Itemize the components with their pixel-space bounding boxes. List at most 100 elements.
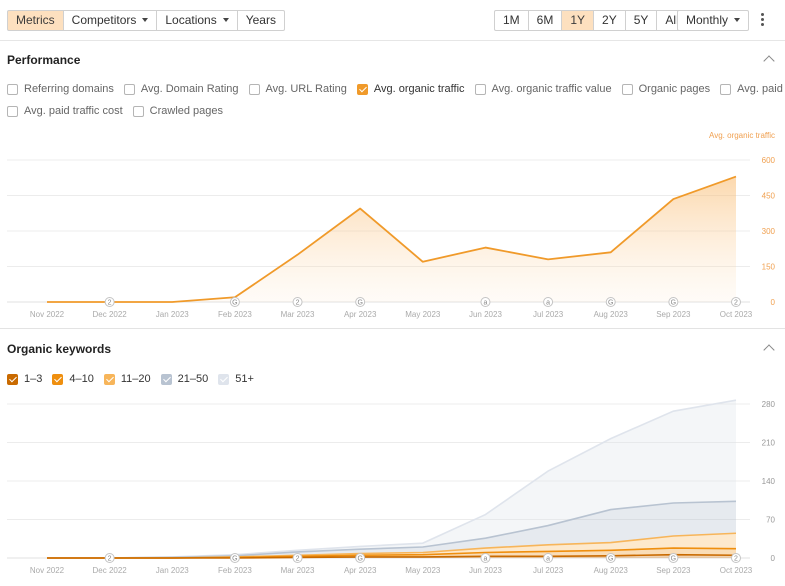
collapse-keywords-icon[interactable]: [763, 344, 775, 356]
filter-pos-1-3[interactable]: 1–3: [7, 373, 42, 385]
metric-organic-pages[interactable]: Organic pages: [621, 83, 711, 95]
interval-label: Monthly: [686, 13, 729, 27]
metrics-row-1: Referring domains Avg. Domain Rating Avg…: [7, 81, 785, 97]
metric-label: Avg. paid traffic cost: [24, 105, 123, 117]
annotation-marker-label: a: [484, 556, 488, 563]
metric-avg-organic-traffic-value[interactable]: Avg. organic traffic value: [474, 83, 612, 95]
annotation-marker-label: G: [357, 556, 362, 563]
x-tick-label: Jan 2023: [156, 310, 189, 319]
filter-pos-4-10[interactable]: 4–10: [52, 373, 94, 385]
x-tick-label: Sep 2023: [656, 566, 691, 575]
range-selector: 1M 6M 1Y 2Y 5Y All: [494, 10, 688, 31]
x-tick-label: Feb 2023: [218, 566, 252, 575]
y-tick-label: 210: [762, 439, 776, 448]
metric-label: Organic pages: [638, 83, 711, 95]
filter-label: 21–50: [177, 373, 209, 385]
keywords-title: Organic keywords: [7, 342, 112, 356]
x-tick-label: Oct 2023: [720, 310, 753, 319]
annotation-marker-label: G: [671, 300, 676, 307]
more-options-icon[interactable]: [757, 12, 767, 30]
filter-pos-11-20[interactable]: 11–20: [103, 373, 151, 385]
annotation-marker-label: 2: [734, 300, 738, 307]
x-tick-label: Oct 2023: [720, 566, 753, 575]
metric-label: Crawled pages: [149, 105, 224, 117]
annotation-marker-label: 2: [108, 300, 112, 307]
range-1m-button[interactable]: 1M: [494, 10, 529, 31]
range-1y-button[interactable]: 1Y: [561, 10, 595, 31]
checkbox-icon: [123, 83, 135, 95]
checkbox-icon: [474, 83, 486, 95]
x-tick-label: Jun 2023: [469, 310, 502, 319]
y-tick-label: 450: [762, 192, 776, 201]
y-tick-label: 600: [762, 156, 776, 165]
checkbox-icon: [132, 105, 144, 117]
y-tick-label: 280: [762, 400, 776, 409]
x-tick-label: May 2023: [405, 566, 441, 575]
x-tick-label: Mar 2023: [281, 310, 315, 319]
x-tick-label: Feb 2023: [218, 310, 252, 319]
annotation-marker-label: G: [232, 300, 237, 307]
annotation-marker-label: G: [357, 300, 362, 307]
y-tick-label: 150: [762, 263, 776, 272]
x-tick-label: Mar 2023: [281, 566, 315, 575]
filter-label: 51+: [235, 373, 254, 385]
metrics-row-2: Avg. paid traffic cost Crawled pages: [7, 103, 233, 119]
annotation-marker-label: a: [546, 556, 550, 563]
checkbox-icon: [720, 83, 732, 95]
x-tick-label: Jun 2023: [469, 566, 502, 575]
y-tick-label: 140: [762, 477, 776, 486]
annotation-marker-label: 2: [296, 300, 300, 307]
metric-label: Referring domains: [24, 83, 114, 95]
section-divider: [0, 328, 785, 329]
organic-traffic-chart: Avg. organic traffic 2 G 2 Ga a G G 2 Nov 2022 D…: [7, 131, 776, 319]
tab-competitors[interactable]: Competitors: [62, 10, 158, 31]
checkbox-checked-icon: [160, 373, 172, 385]
filter-pos-21-50[interactable]: 21–50: [160, 373, 209, 385]
range-6m-button[interactable]: 6M: [527, 10, 563, 31]
annotation-marker-label: G: [608, 300, 613, 307]
x-tick-label: Jul 2023: [533, 566, 564, 575]
metric-label: Avg. paid traffic: [737, 83, 785, 95]
annotation-marker-label: 2: [296, 556, 300, 563]
x-tick-label: Apr 2023: [344, 566, 377, 575]
tab-locations[interactable]: Locations: [156, 10, 238, 31]
metric-avg-domain-rating[interactable]: Avg. Domain Rating: [123, 83, 239, 95]
tab-competitors-label: Competitors: [71, 13, 137, 27]
annotation-marker-label: 2: [108, 556, 112, 563]
performance-title: Performance: [7, 53, 81, 67]
annotation-marker-label: G: [608, 556, 613, 563]
tab-years[interactable]: Years: [236, 10, 285, 31]
x-tick-label: Aug 2023: [594, 566, 629, 575]
metric-label: Avg. organic traffic: [373, 83, 465, 95]
metric-label: Avg. organic traffic value: [491, 83, 612, 95]
tab-metrics[interactable]: Metrics: [7, 10, 64, 31]
metric-crawled-pages[interactable]: Crawled pages: [132, 105, 224, 117]
checkbox-icon: [621, 83, 633, 95]
range-2y-button[interactable]: 2Y: [593, 10, 626, 31]
checkbox-checked-icon: [356, 83, 368, 95]
y-tick-label: 70: [766, 516, 775, 525]
x-tick-label: Aug 2023: [594, 310, 629, 319]
x-tick-label: Dec 2022: [93, 566, 128, 575]
y-tick-label: 0: [771, 554, 776, 563]
chevron-down-icon: [222, 17, 229, 22]
metric-avg-url-rating[interactable]: Avg. URL Rating: [248, 83, 347, 95]
x-tick-label: May 2023: [405, 310, 441, 319]
metric-referring-domains[interactable]: Referring domains: [7, 83, 114, 95]
filter-pos-51-plus[interactable]: 51+: [218, 373, 254, 385]
chevron-down-icon: [142, 17, 149, 22]
metric-avg-paid-traffic-cost[interactable]: Avg. paid traffic cost: [7, 105, 123, 117]
chevron-down-icon: [734, 17, 741, 22]
range-5y-button[interactable]: 5Y: [624, 10, 658, 31]
filter-label: 11–20: [120, 373, 151, 385]
metric-avg-organic-traffic[interactable]: Avg. organic traffic: [356, 83, 465, 95]
y-axis-label: Avg. organic traffic: [709, 131, 775, 140]
annotation-marker-label: G: [671, 556, 676, 563]
y-tick-label: 300: [762, 227, 776, 236]
interval-dropdown[interactable]: Monthly: [677, 10, 750, 31]
view-tabs: Metrics Competitors Locations Years: [7, 10, 285, 31]
organic-keywords-chart: 2 G 2 Ga a G G 2 Nov 2022 Dec 2022 Jan 2023 Feb 20…: [7, 399, 776, 575]
annotation-marker-label: a: [484, 300, 488, 307]
collapse-performance-icon[interactable]: [763, 55, 775, 67]
metric-avg-paid-traffic[interactable]: Avg. paid traffic: [720, 83, 785, 95]
